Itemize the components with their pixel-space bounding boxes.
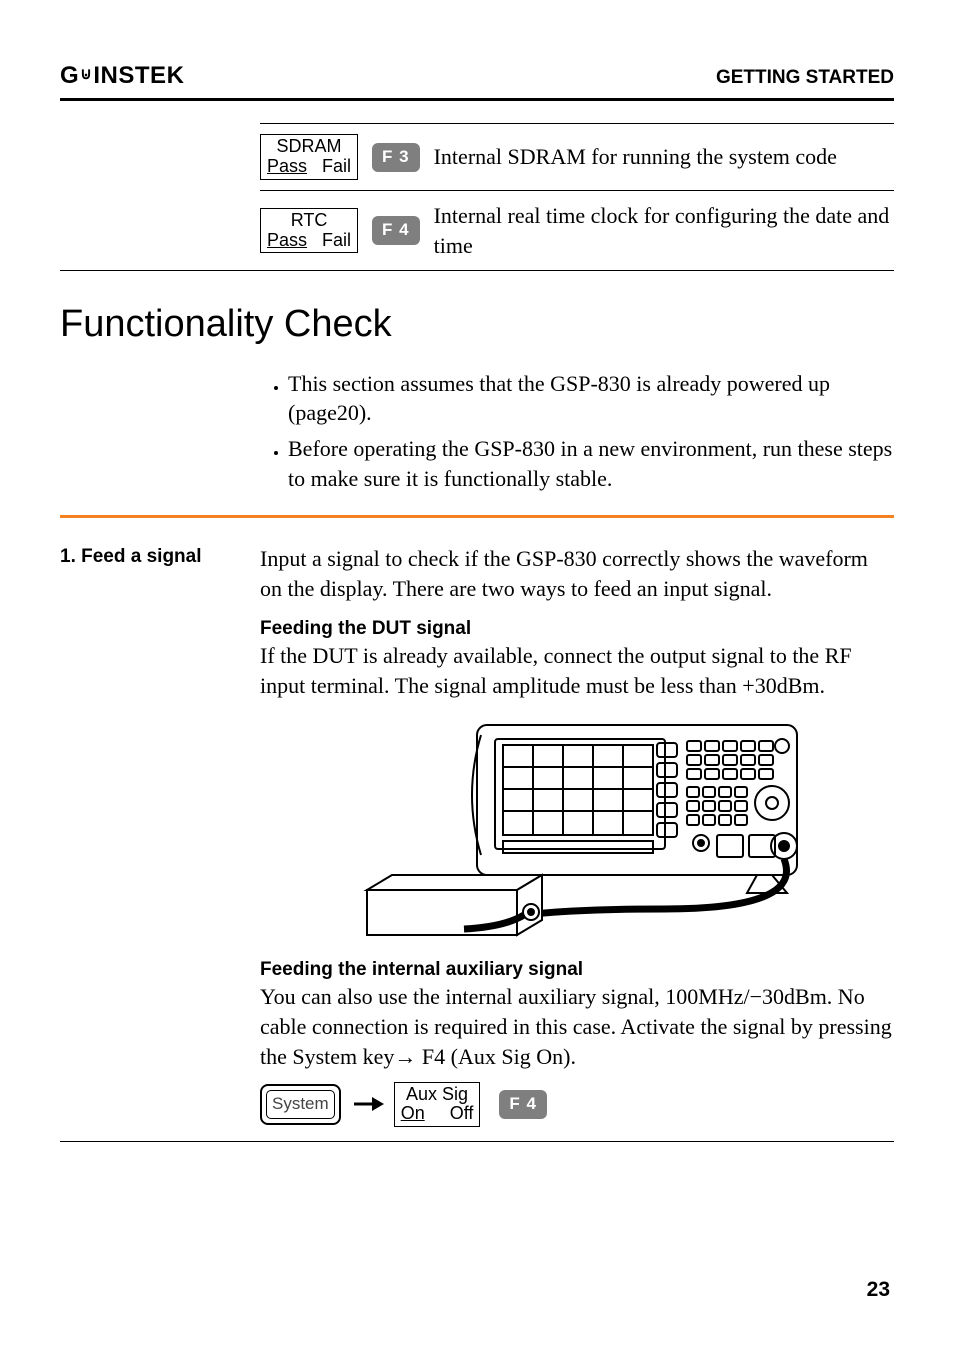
section-title: Functionality Check: [60, 299, 894, 350]
lcd-state-selected: Pass: [267, 156, 307, 176]
bullet-item: This section assumes that the GSP-830 is…: [288, 369, 894, 428]
arrow-right-icon: [352, 1094, 384, 1114]
lcd-state-other: Off: [425, 1103, 474, 1123]
f4-key[interactable]: F 4: [499, 1090, 547, 1119]
rtc-desc: Internal real time clock for configuring…: [434, 201, 894, 260]
header-section: GETTING STARTED: [716, 65, 894, 91]
divider: [60, 1141, 894, 1142]
lcd-aux-sig: Aux Sig On Off: [394, 1082, 481, 1128]
divider: [60, 270, 894, 271]
instrument-illustration: [270, 715, 894, 945]
lcd-label: Aux Sig: [401, 1085, 474, 1105]
page-number: 23: [867, 1276, 890, 1304]
lcd-label: RTC: [267, 211, 351, 231]
bullet-item: Before operating the GSP-830 in a new en…: [288, 434, 894, 493]
accent-divider: [60, 515, 894, 518]
subsection-body: You can also use the internal auxiliary …: [260, 982, 894, 1071]
step-heading: 1. Feed a signal: [60, 544, 260, 570]
subsection-body: If the DUT is already available, connect…: [260, 641, 894, 700]
lcd-state-selected: Pass: [267, 230, 307, 250]
brand-logo: G⊍INSTEK: [60, 60, 184, 92]
lcd-state-other: Fail: [307, 156, 351, 176]
sdram-desc: Internal SDRAM for running the system co…: [434, 142, 894, 172]
lcd-sdram: SDRAM Pass Fail: [260, 134, 358, 180]
f3-key[interactable]: F 3: [372, 143, 420, 172]
lcd-state-selected: On: [401, 1103, 425, 1123]
subsection-heading: Feeding the DUT signal: [260, 616, 894, 642]
f4-key[interactable]: F 4: [372, 216, 420, 245]
subsection-heading: Feeding the internal auxiliary signal: [260, 957, 894, 983]
lcd-state-other: Fail: [307, 230, 351, 250]
lcd-rtc: RTC Pass Fail: [260, 208, 358, 254]
lcd-label: SDRAM: [267, 137, 351, 157]
system-key-label: System: [266, 1090, 335, 1119]
step-intro: Input a signal to check if the GSP-830 c…: [260, 544, 894, 603]
system-key[interactable]: System: [260, 1084, 341, 1125]
